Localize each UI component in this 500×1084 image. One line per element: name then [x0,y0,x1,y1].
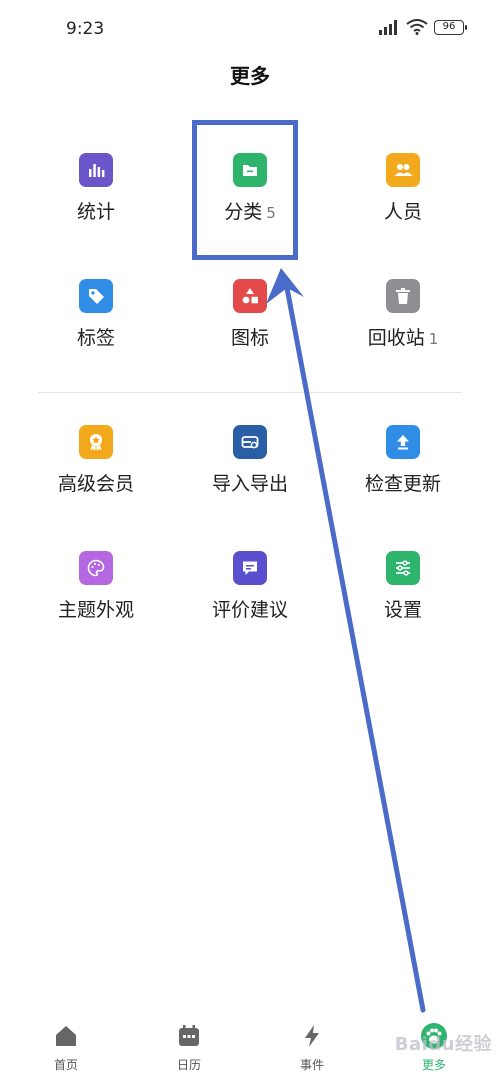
watermark: Baidu经验 [394,1034,492,1055]
grid-item-premium[interactable]: 高级会员 [21,425,171,496]
shapes-icon [233,279,267,313]
grid-item-recycle-bin[interactable]: 回收站 1 [328,279,478,350]
signal-icon [379,20,397,35]
grid-item-label: 导入导出 [211,473,288,495]
grid-item-theme[interactable]: 主题外观 [21,551,171,622]
count-badge: 1 [428,330,439,348]
tab-home[interactable]: 首页 [16,1022,116,1073]
status-time: 9:23 [66,19,105,39]
battery-indicator: 96 [434,19,467,35]
grid-item-settings[interactable]: 设置 [328,551,478,622]
grid-item-import-export[interactable]: 导入导出 [175,425,325,496]
feedback-icon [233,551,267,585]
grid-item-feedback[interactable]: 评价建议 [175,551,325,622]
grid-item-stats[interactable]: 统计 [21,153,171,224]
status-bar: 9:23 96 [0,0,500,58]
grid-item-people[interactable]: 人员 [328,153,478,224]
grid-item-label: 人员 [383,201,422,223]
grid-item-icons[interactable]: 图标 [175,279,325,350]
grid-item-label: 设置 [383,599,422,621]
calendar-icon [179,1025,199,1046]
section-divider [38,392,462,393]
tab-calendar[interactable]: 日历 [139,1022,239,1073]
grid-item-label: 图标 [230,327,269,349]
tab-events[interactable]: 事件 [262,1022,362,1073]
lightning-icon [305,1025,319,1047]
grid-item-label: 检查更新 [364,473,441,495]
sliders-icon [386,551,420,585]
annotation-highlight-box [192,120,298,260]
grid-item-label: 高级会员 [57,473,134,495]
update-arrow-icon [386,425,420,459]
tag-icon [79,279,113,313]
home-icon [56,1026,76,1046]
grid-item-label: 统计 [76,201,115,223]
tab-label: 事件 [299,1058,324,1072]
grid-item-label: 评价建议 [211,599,288,621]
page-title: 更多 [230,64,270,88]
grid-item-check-update[interactable]: 检查更新 [328,425,478,496]
wifi-icon [406,19,428,35]
import-export-icon [233,425,267,459]
grid-item-tags[interactable]: 标签 [21,279,171,350]
palette-icon [79,551,113,585]
grid-item-label: 回收站 1 [367,327,439,349]
bar-chart-icon [79,153,113,187]
people-icon [386,153,420,187]
trash-icon [386,279,420,313]
tab-label: 日历 [176,1058,201,1072]
premium-badge-icon [79,425,113,459]
tab-label: 首页 [53,1058,78,1072]
status-icons: 96 [378,19,467,35]
tab-label: 更多 [421,1058,446,1072]
grid-item-label: 标签 [76,327,115,349]
grid-item-label: 主题外观 [57,599,134,621]
